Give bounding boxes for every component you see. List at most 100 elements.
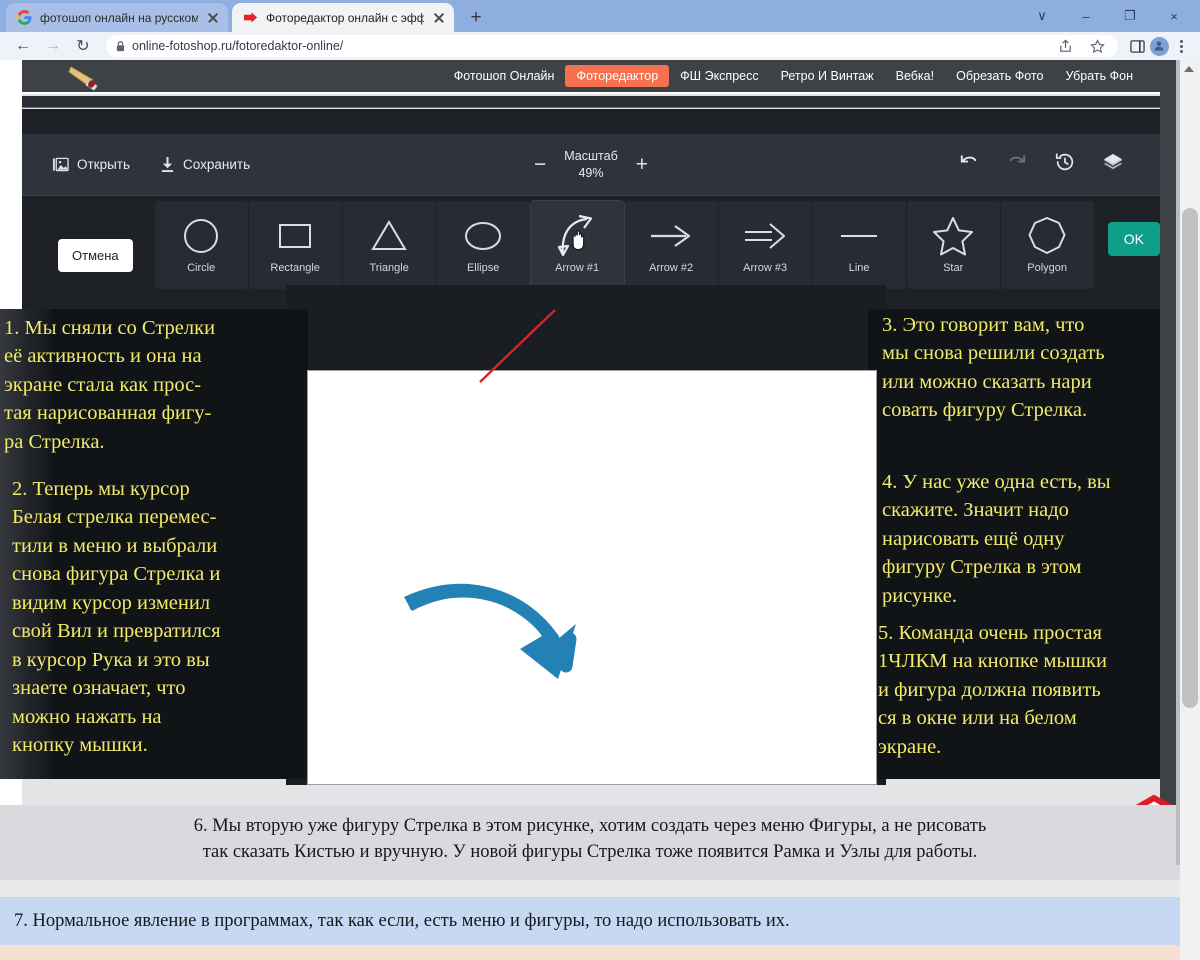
zoom-title: Масштаб — [564, 148, 618, 163]
redo-icon[interactable] — [1006, 153, 1028, 176]
forward-button[interactable]: → — [38, 32, 68, 60]
line-icon — [837, 214, 881, 258]
google-g-icon — [17, 10, 32, 25]
share-icon[interactable] — [1054, 35, 1076, 57]
shape-label-arrow-1: Arrow #1 — [555, 262, 600, 274]
window-restore-button[interactable]: ❐ — [1108, 0, 1152, 32]
side-panel-icon[interactable] — [1126, 35, 1148, 57]
site-nav-item-1[interactable]: Фоторедактор — [565, 65, 670, 87]
canvas-sheet[interactable] — [307, 370, 877, 785]
shape-button-arrow-3[interactable]: Arrow #3 — [718, 201, 812, 289]
browser-toolbar: ← → ↻ online-fotoshop.ru/fotoredaktor-on… — [0, 32, 1200, 60]
caption-block-7: 7. Нормальное явление в программах, так … — [0, 897, 1180, 945]
address-bar-url: online-fotoshop.ru/fotoredaktor-online/ — [132, 39, 344, 53]
shape-button-polygon[interactable]: Polygon — [1000, 201, 1094, 289]
layers-icon[interactable] — [1102, 152, 1124, 177]
browser-tab-1[interactable]: фотошоп онлайн на русском - — [6, 3, 228, 32]
save-button[interactable]: Сохранить — [160, 156, 250, 173]
star-icon — [931, 214, 975, 258]
shape-button-arrow-2[interactable]: Arrow #2 — [624, 201, 718, 289]
browser-tab-1-title: фотошоп онлайн на русском - — [40, 10, 198, 25]
shape-button-ellipse[interactable]: Ellipse — [436, 201, 530, 289]
download-icon — [161, 157, 174, 172]
window-minimize-button[interactable]: – — [1064, 0, 1108, 32]
open-button-label: Открыть — [77, 157, 131, 172]
annotation-note-5: 5. Команда очень простая 1ЧЛКМ на кнопке… — [878, 622, 1107, 758]
shape-button-circle[interactable]: Circle — [154, 201, 248, 289]
hand-cursor-icon — [572, 230, 585, 251]
caption-block-6: 6. Мы вторую уже фигуру Стрелка в этом р… — [0, 805, 1180, 880]
annotation-note-2: 2. Теперь мы курсор Белая стрелка переме… — [12, 478, 221, 757]
straight-arrow-icon — [648, 214, 694, 258]
lock-icon — [116, 40, 125, 51]
site-nav-item-4[interactable]: Вебка! — [885, 65, 945, 87]
bottom-peach-strip — [0, 945, 1180, 960]
double-arrow-icon — [742, 214, 788, 258]
undo-icon[interactable] — [958, 153, 980, 176]
ok-button[interactable]: OK — [1107, 222, 1160, 256]
site-nav-item-2[interactable]: ФШ Экспресс — [669, 65, 769, 87]
open-button[interactable]: Открыть — [52, 156, 130, 173]
scrollbar-up-arrow-icon[interactable] — [1184, 66, 1194, 72]
new-tab-button[interactable]: + — [466, 8, 486, 28]
blue-curved-arrow-shape[interactable] — [308, 371, 878, 786]
profile-avatar-icon[interactable] — [1148, 35, 1170, 57]
kebab-menu-icon[interactable] — [1170, 35, 1192, 57]
browser-tab-2-close-icon[interactable] — [432, 11, 446, 25]
reload-button[interactable]: ↻ — [68, 32, 98, 60]
window-controls: ∨ – ❐ × — [1020, 0, 1196, 32]
cancel-button[interactable]: Отмена — [58, 239, 133, 272]
browser-tab-2-title: Фоторедактор онлайн с эффект — [266, 10, 424, 25]
zoom-out-button[interactable]: − — [534, 154, 546, 175]
site-nav-item-6[interactable]: Убрать Фон — [1054, 65, 1144, 87]
shape-label-triangle: Triangle — [369, 262, 409, 274]
save-button-label: Сохранить — [183, 157, 251, 172]
annotation-note-1: 1. Мы сняли со Стрелки её активность и о… — [4, 317, 216, 453]
shape-label-arrow-3: Arrow #3 — [743, 262, 788, 274]
address-bar[interactable]: online-fotoshop.ru/fotoredaktor-online/ — [106, 35, 1118, 57]
rectangle-icon — [275, 214, 315, 258]
scrollbar-thumb[interactable] — [1182, 208, 1198, 708]
ellipse-icon — [461, 214, 505, 258]
browser-tab-1-close-icon[interactable] — [206, 11, 220, 25]
shape-button-line[interactable]: Line — [812, 201, 906, 289]
zoom-value: 49% — [578, 165, 604, 180]
avatar — [1149, 36, 1169, 56]
window-close-button[interactable]: × — [1152, 0, 1196, 32]
annotation-note-6: 6. Мы вторую уже фигуру Стрелка в этом р… — [193, 816, 987, 863]
shape-label-circle: Circle — [187, 262, 216, 274]
page-scrollbar[interactable] — [1180, 60, 1200, 960]
shape-button-rectangle[interactable]: Rectangle — [248, 201, 342, 289]
site-nav-item-5[interactable]: Обрезать Фото — [945, 65, 1054, 87]
shape-label-rectangle: Rectangle — [270, 262, 320, 274]
red-arrow-icon — [243, 12, 258, 23]
caption-gap-strip — [0, 880, 1180, 897]
site-nav-item-3[interactable]: Ретро И Винтаж — [770, 65, 885, 87]
page-viewport: Фотошоп Онлайн Фоторедактор ФШ Экспресс … — [0, 60, 1200, 960]
annotation-note-3: 3. Это говорит вам, что мы снова решили … — [882, 314, 1105, 422]
browser-tab-2[interactable]: Фоторедактор онлайн с эффект — [232, 3, 454, 32]
shape-label-polygon: Polygon — [1027, 262, 1068, 274]
editor-toolbar: Открыть Сохранить − Масштаб 49% + — [22, 134, 1160, 196]
zoom-control: − Масштаб 49% + — [534, 148, 648, 182]
annotation-note-4: 4. У нас уже одна есть, вы скажите. Знач… — [882, 471, 1111, 607]
shape-button-star[interactable]: Star — [906, 201, 1000, 289]
zoom-readout: Масштаб 49% — [564, 148, 617, 182]
site-subbar — [22, 96, 1160, 108]
shape-button-arrow-1[interactable]: Arrow #1 — [529, 200, 625, 290]
polygon-icon — [1025, 214, 1069, 258]
annotation-note-7: 7. Нормальное явление в программах, так … — [14, 910, 790, 931]
site-nav-item-0[interactable]: Фотошоп Онлайн — [443, 65, 566, 87]
triangle-icon — [369, 214, 409, 258]
shape-label-star: Star — [943, 262, 964, 274]
shape-label-ellipse: Ellipse — [466, 262, 500, 274]
site-header: Фотошоп Онлайн Фоторедактор ФШ Экспресс … — [22, 60, 1160, 94]
shape-label-line: Line — [848, 262, 870, 274]
shape-button-triangle[interactable]: Triangle — [342, 201, 436, 289]
history-icon[interactable] — [1054, 151, 1076, 178]
tab-search-chevron-icon[interactable]: ∨ — [1020, 0, 1064, 32]
circle-icon — [181, 214, 221, 258]
star-icon[interactable] — [1086, 35, 1108, 57]
back-button[interactable]: ← — [8, 32, 38, 60]
zoom-in-button[interactable]: + — [636, 154, 648, 175]
